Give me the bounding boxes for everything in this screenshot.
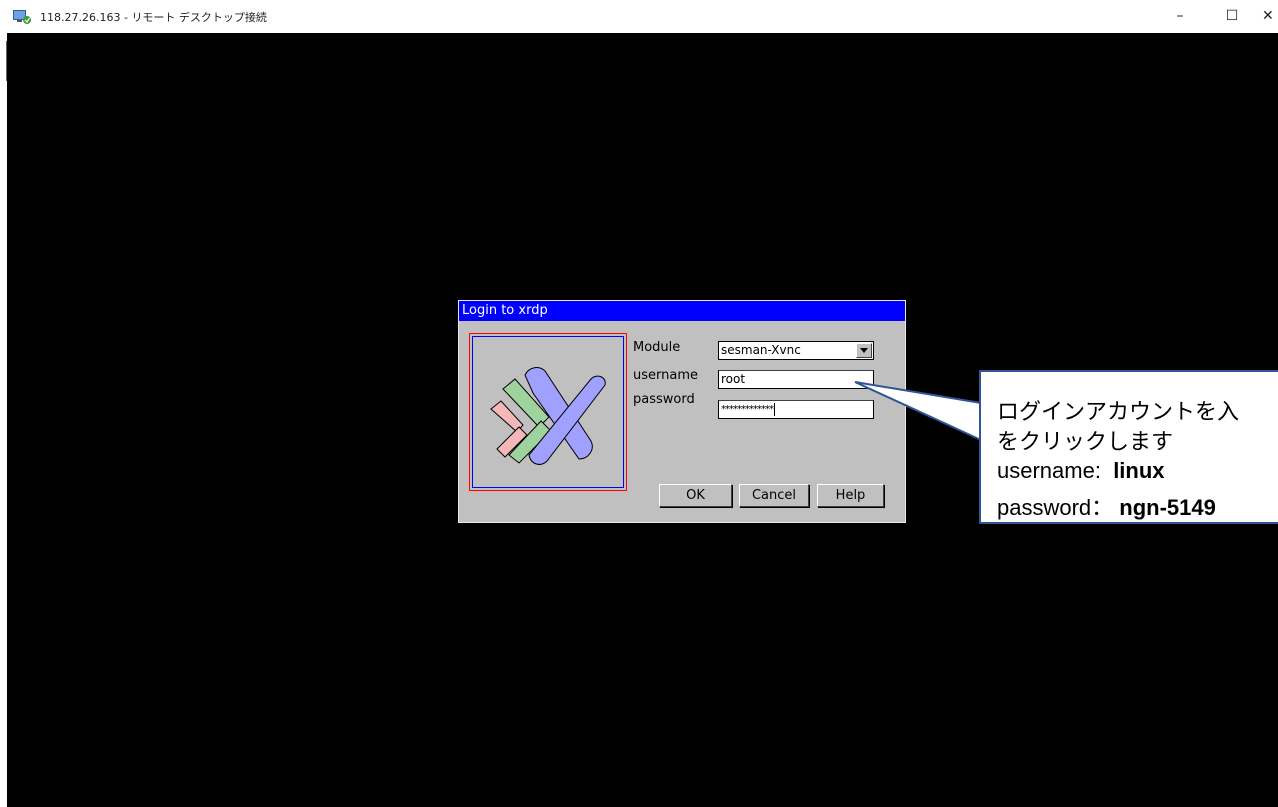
callout-password-label: password： xyxy=(997,495,1114,520)
callout-username-label: username: xyxy=(997,458,1101,483)
callout-instruction-2: をクリックします xyxy=(997,429,1174,454)
callout-username: username: linux xyxy=(997,458,1165,484)
callout-password-value: ngn-5149 xyxy=(1119,495,1216,520)
callout-username-value: linux xyxy=(1113,458,1165,483)
annotation-callout: ログインアカウントを入 をクリックします username: linux pas… xyxy=(979,370,1278,524)
callout-password: password： ngn-5149 xyxy=(997,490,1216,522)
callout-instruction: ログインアカウントを入 xyxy=(997,399,1240,424)
